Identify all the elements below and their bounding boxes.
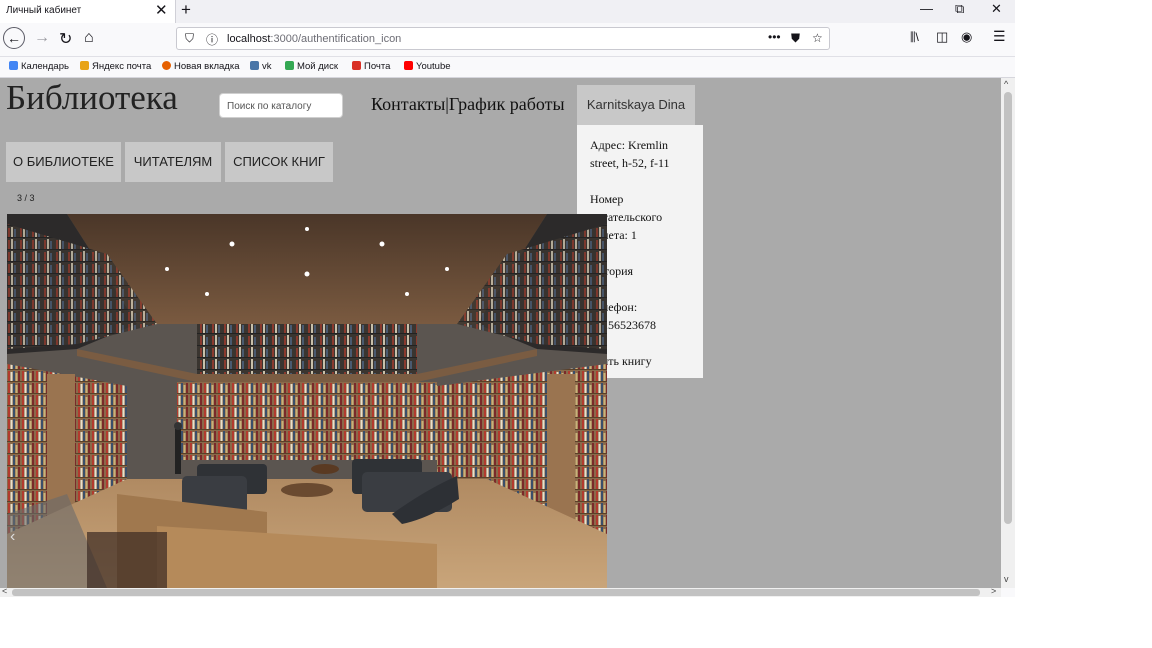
url-bar[interactable]: ⛉ ⓘ localhost:3000/authentification_icon… <box>176 27 830 50</box>
header-links: Контакты|График работы <box>371 94 565 115</box>
search-input[interactable]: Поиск по каталогу <box>219 93 343 118</box>
menu-for-readers[interactable]: ЧИТАТЕЛЯМ <box>125 142 221 182</box>
vertical-scroll-thumb[interactable] <box>1004 92 1012 524</box>
shield-icon[interactable]: ⛉ <box>185 31 194 46</box>
tab-close-icon[interactable]: ✕ <box>155 1 168 19</box>
gmail-icon <box>352 61 361 70</box>
close-window-button[interactable]: ✕ <box>991 1 1002 17</box>
pocket-icon[interactable]: ⛊ <box>791 31 800 46</box>
menu-about-library[interactable]: О БИБЛИОТЕКЕ <box>6 142 121 182</box>
url-text[interactable]: localhost:3000/authentification_icon <box>227 33 401 45</box>
info-icon[interactable]: ⓘ <box>206 31 218 48</box>
menu-book-list[interactable]: СПИСОК КНИГ <box>225 142 333 182</box>
bookmark-my-drive[interactable]: Мой диск <box>285 61 338 72</box>
page-content: Библиотека Поиск по каталогу Контакты|Гр… <box>0 78 1001 588</box>
navigation-bar: ← → ↻ ⌂ ⛉ ⓘ localhost:3000/authentificat… <box>0 23 1015 57</box>
vertical-scrollbar[interactable]: ^ v <box>1001 78 1015 588</box>
contacts-link[interactable]: Контакты <box>371 94 445 114</box>
scroll-left-icon[interactable]: < <box>2 586 7 596</box>
reload-button[interactable]: ↻ <box>59 29 72 49</box>
bookmark-calendar[interactable]: Календарь <box>9 61 69 72</box>
bookmarks-toolbar: Календарь Яндекс почта Новая вкладка vk … <box>0 57 1015 78</box>
browser-window: Личный кабинет ✕ + — ⧉ ✕ ← → ↻ ⌂ ⛉ ⓘ loc… <box>0 0 1015 597</box>
vk-icon <box>250 61 259 70</box>
bookmark-mail[interactable]: Почта <box>352 61 390 72</box>
minimize-button[interactable]: — <box>920 1 933 16</box>
site-title[interactable]: Библиотека <box>6 78 178 118</box>
scroll-down-icon[interactable]: v <box>1004 574 1009 584</box>
sidebar-icon[interactable]: ◫ <box>936 29 948 45</box>
slide-counter: 3 / 3 <box>17 193 35 203</box>
more-actions-icon[interactable]: ••• <box>768 30 781 44</box>
tab-title: Личный кабинет <box>6 5 82 16</box>
firefox-icon <box>162 61 171 70</box>
new-tab-button[interactable]: + <box>181 0 191 20</box>
forward-button[interactable]: → <box>34 29 50 47</box>
bookmark-youtube[interactable]: Youtube <box>404 61 451 72</box>
horizontal-scroll-thumb[interactable] <box>12 589 980 596</box>
google-icon <box>9 61 18 70</box>
bookmark-yandex-mail[interactable]: Яндекс почта <box>80 61 151 72</box>
account-icon[interactable]: ◉ <box>961 29 972 45</box>
home-button[interactable]: ⌂ <box>84 29 94 47</box>
scroll-right-icon[interactable]: > <box>991 586 996 596</box>
menu-icon[interactable]: ☰ <box>993 28 1006 45</box>
scroll-up-icon[interactable]: ^ <box>1004 79 1008 89</box>
library-photo <box>7 214 607 588</box>
restore-button[interactable]: ⧉ <box>955 1 964 17</box>
tab-strip: Личный кабинет ✕ + — ⧉ ✕ <box>0 0 1015 23</box>
slider-prev-arrow[interactable]: ‹ <box>10 528 15 546</box>
drive-icon <box>285 61 294 70</box>
address-item: Адрес: Kremlin street, h-52, f-11 <box>590 138 670 170</box>
browser-tab[interactable]: Личный кабинет ✕ <box>0 0 176 23</box>
library-icon[interactable]: ⫼\ <box>910 30 919 45</box>
mail-icon <box>80 61 89 70</box>
schedule-link[interactable]: График работы <box>449 94 565 114</box>
youtube-icon <box>404 61 413 70</box>
bookmark-new-tab[interactable]: Новая вкладка <box>162 61 239 72</box>
horizontal-scrollbar[interactable]: < > <box>0 586 1001 597</box>
back-button[interactable]: ← <box>3 27 25 49</box>
user-account-button[interactable]: Karnitskaya Dina <box>577 85 695 125</box>
bookmark-star-icon[interactable]: ☆ <box>812 31 823 45</box>
library-interior-image <box>7 214 607 588</box>
bookmark-vk[interactable]: vk <box>250 61 272 72</box>
